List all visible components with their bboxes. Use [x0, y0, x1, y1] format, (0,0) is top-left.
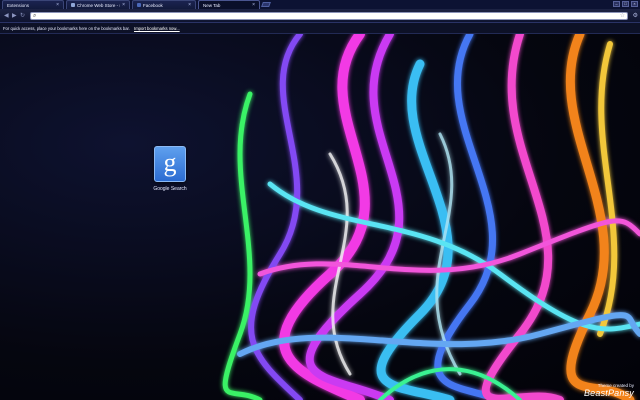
- new-tab-page: g Google Search Theme created by BeastPa…: [0, 34, 640, 400]
- reload-icon[interactable]: ↻: [20, 12, 25, 20]
- theme-background: [222, 34, 640, 400]
- new-tab-button[interactable]: [261, 2, 271, 7]
- facebook-favicon-icon: [137, 3, 141, 7]
- bookmarks-bar: For quick access, place your bookmarks h…: [0, 23, 640, 34]
- maximize-icon[interactable]: □: [622, 1, 629, 7]
- star-icon[interactable]: ☆: [620, 13, 625, 20]
- forward-icon[interactable]: ▶: [12, 12, 17, 20]
- tab-title: Facebook: [143, 2, 163, 8]
- tab-facebook[interactable]: Facebook ×: [132, 0, 196, 9]
- window-controls: – □ ×: [613, 1, 638, 7]
- bookmarks-bar-message: For quick access, place your bookmarks h…: [3, 26, 130, 31]
- tab-chrome-web-store[interactable]: Chrome Web Store - stan ×: [66, 0, 130, 9]
- google-search-icon[interactable]: g: [154, 146, 186, 182]
- tab-strip: Extensions × Chrome Web Store - stan × F…: [0, 0, 640, 9]
- tab-title: New Tab: [203, 2, 221, 8]
- theme-credit-author[interactable]: BeastPansy: [584, 388, 634, 398]
- tab-extensions[interactable]: Extensions ×: [2, 0, 64, 9]
- wrench-icon[interactable]: ⚙: [633, 12, 638, 20]
- minimize-icon[interactable]: –: [613, 1, 620, 7]
- app-label[interactable]: Google Search: [146, 186, 194, 192]
- back-icon[interactable]: ◀: [4, 12, 9, 20]
- tab-title: Extensions: [7, 2, 30, 8]
- tab-title: Chrome Web Store - stan: [77, 2, 120, 8]
- close-icon[interactable]: ×: [252, 2, 255, 8]
- tab-new-tab[interactable]: New Tab ×: [198, 0, 260, 9]
- omnibox[interactable]: ⌕ ☆: [30, 12, 628, 20]
- close-icon[interactable]: ×: [122, 2, 125, 8]
- google-g-glyph: g: [163, 147, 177, 177]
- close-icon[interactable]: ×: [188, 2, 191, 8]
- import-bookmarks-link[interactable]: Import bookmarks now...: [134, 26, 180, 31]
- close-window-icon[interactable]: ×: [631, 1, 638, 7]
- search-icon: ⌕: [33, 13, 37, 19]
- chrome-web-store-favicon-icon: [71, 3, 75, 7]
- close-icon[interactable]: ×: [56, 2, 59, 8]
- app-tile-google-search[interactable]: g Google Search: [146, 146, 194, 192]
- theme-credit: Theme created by BeastPansy: [584, 383, 634, 398]
- browser-toolbar: ◀ ▶ ↻ ⌕ ☆ ⚙: [0, 9, 640, 23]
- omnibox-input[interactable]: [40, 13, 610, 19]
